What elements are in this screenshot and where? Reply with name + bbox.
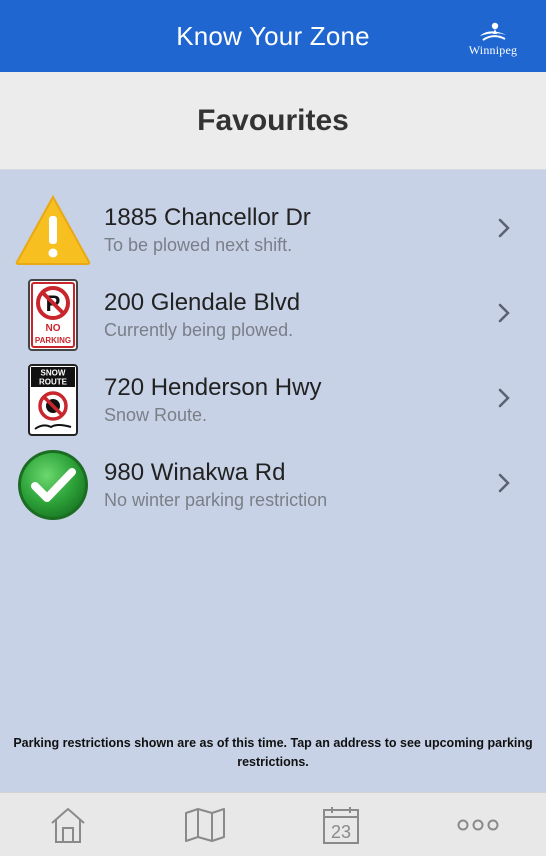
favourites-list: 1885 Chancellor Dr To be plowed next shi… [0,186,546,526]
favourite-address: 980 Winakwa Rd [104,459,286,486]
favourite-address: 200 Glendale Blvd [104,289,301,316]
favourite-address: 720 Henderson Hwy [104,374,322,401]
chevron-right-icon [496,473,512,493]
no-parking-text-line1: NO [46,323,61,334]
no-parking-text-line2: PARKING [35,336,71,345]
map-icon[interactable] [175,799,235,851]
favourite-status: Currently being plowed. [104,320,294,340]
favourite-text: 720 Henderson Hwy Snow Route. [104,374,486,426]
footer-note: Parking restrictions shown are as of thi… [13,736,533,769]
app-screen: Know Your Zone Winnipeg Favourites 1885 … [0,0,546,856]
snow-route-sign-icon: SNOW ROUTE [14,362,92,438]
calendar-day: 23 [331,822,351,842]
favourite-status: To be plowed next shift. [104,235,293,255]
favourite-text: 1885 Chancellor Dr To be plowed next shi… [104,204,486,256]
favourite-item[interactable]: 980 Winakwa Rd No winter parking restric… [0,441,546,526]
bottom-nav: 23 [0,792,546,856]
favourite-text: 200 Glendale Blvd Currently being plowed… [104,289,486,341]
page-title: Favourites [197,103,349,137]
favourite-item[interactable]: SNOW ROUTE 720 Henderson Hwy Snow Route. [0,356,546,441]
app-title: Know Your Zone [176,20,370,51]
snow-route-text-line1: SNOW [41,369,66,378]
favourite-text: 980 Winakwa Rd No winter parking restric… [104,459,486,511]
snow-route-text-line2: ROUTE [39,378,68,387]
winnipeg-logo: Winnipeg [458,14,528,58]
no-parking-sign-icon: P NO PARKING [14,277,92,353]
logo-text: Winnipeg [468,43,518,57]
winnipeg-logo-icon [480,22,506,41]
favourite-status: Snow Route. [104,405,208,425]
app-header: Know Your Zone Winnipeg [0,0,546,72]
more-icon[interactable] [448,799,508,851]
chevron-right-icon [496,218,512,238]
chevron-right-icon [496,303,512,323]
calendar-icon[interactable]: 23 [311,799,371,851]
checkmark-icon [14,447,92,523]
home-icon[interactable] [38,799,98,851]
favourites-header: Favourites [0,72,546,170]
favourite-item[interactable]: 1885 Chancellor Dr To be plowed next shi… [0,186,546,271]
favourite-address: 1885 Chancellor Dr [104,204,311,231]
chevron-right-icon [496,388,512,408]
favourite-status: No winter parking restriction [104,490,328,510]
warning-icon [14,192,92,268]
favourite-item[interactable]: P NO PARKING 200 Glendale Blvd Currently… [0,271,546,356]
